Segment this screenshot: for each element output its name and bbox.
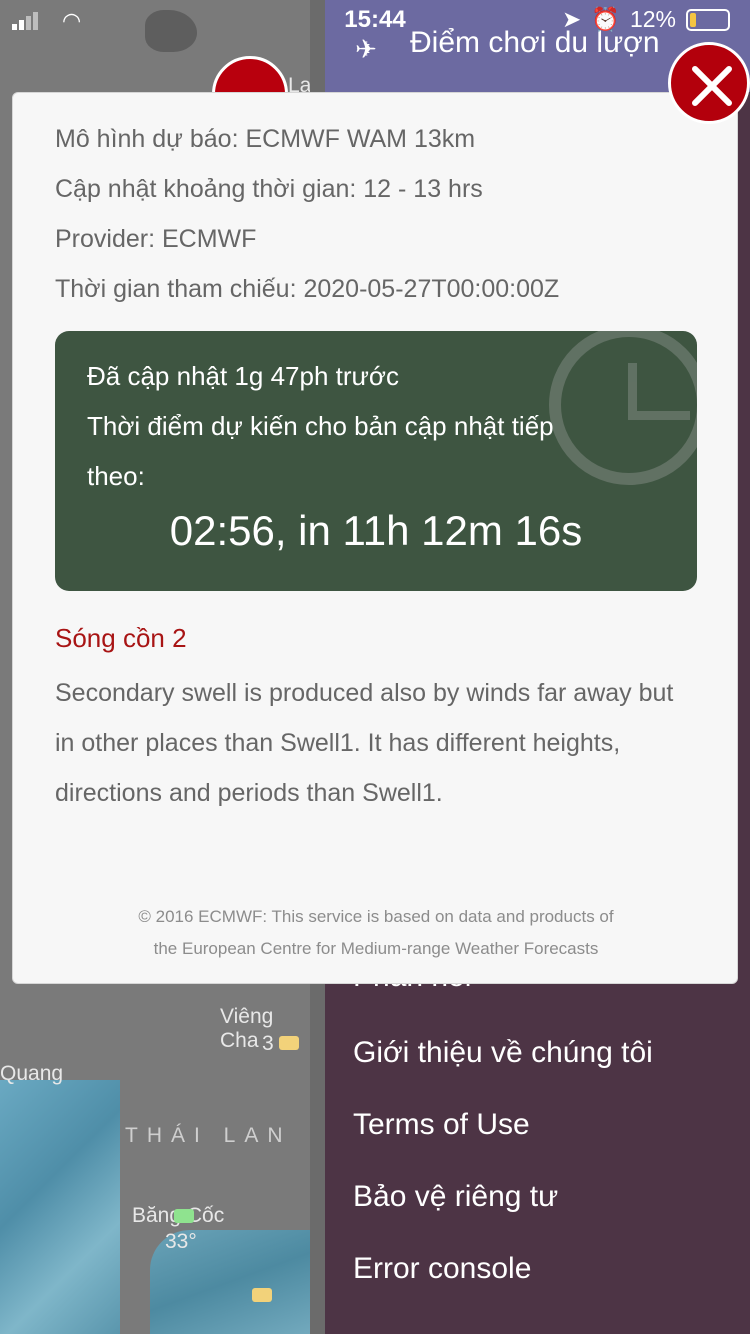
forecast-info-dialog: Mô hình dự báo: ECMWF WAM 13km Cập nhật … [12,92,738,984]
status-bar: ◠ 15:44 ➤ ⏰ 12% [0,0,750,40]
webcam-icon[interactable] [174,1209,194,1223]
menu-item-about[interactable]: Giới thiệu về chúng tôi [353,1036,653,1070]
copyright-notice: © 2016 ECMWF: This service is based on d… [53,901,699,965]
alarm-icon: ⏰ [591,6,620,32]
webcam-icon[interactable] [252,1288,272,1302]
forecast-model: Mô hình dự báo: ECMWF WAM 13km [55,125,476,153]
update-interval: Cập nhật khoảng thời gian: 12 - 13 hrs [55,175,483,203]
next-update-label-cont: theo: [87,461,145,491]
map-sea [0,1080,120,1334]
map-label: 33° [165,1230,197,1253]
map-label: 3 [262,1032,274,1055]
close-icon [692,66,732,106]
copyright-line-1: © 2016 ECMWF: This service is based on d… [138,907,614,926]
battery-percent: 12% [629,6,676,32]
battery-icon [686,8,730,31]
copyright-line-2: the European Centre for Medium-range Wea… [153,939,599,958]
next-update-countdown: 02:56, in 11h 12m 16s [169,507,583,554]
close-dialog-button[interactable] [668,42,750,124]
reference-time: Thời gian tham chiếu: 2020-05-27T00:00:0… [55,275,560,303]
menu-item-error-console[interactable]: Error console [353,1252,531,1286]
provider: Provider: ECMWF [55,225,257,253]
layer-description: Secondary swell is produced also by wind… [55,679,674,807]
layer-title: Sóng cồn 2 [55,623,187,653]
update-status-box: Đã cập nhật 1g 47ph trước Thời điểm dự k… [55,331,697,591]
map-label: Quang [0,1062,64,1085]
clock-icon [549,331,697,485]
location-icon: ➤ [562,6,582,32]
webcam-icon[interactable] [279,1036,299,1050]
updated-ago: Đã cập nhật 1g 47ph trước [87,361,399,391]
menu-item-privacy[interactable]: Bảo vệ riêng tư [353,1180,558,1214]
next-update-label: Thời điểm dự kiến cho bản cập nhật tiếp [87,411,554,441]
menu-item-terms[interactable]: Terms of Use [353,1108,530,1142]
map-country-label: THÁI LAN [125,1124,292,1147]
